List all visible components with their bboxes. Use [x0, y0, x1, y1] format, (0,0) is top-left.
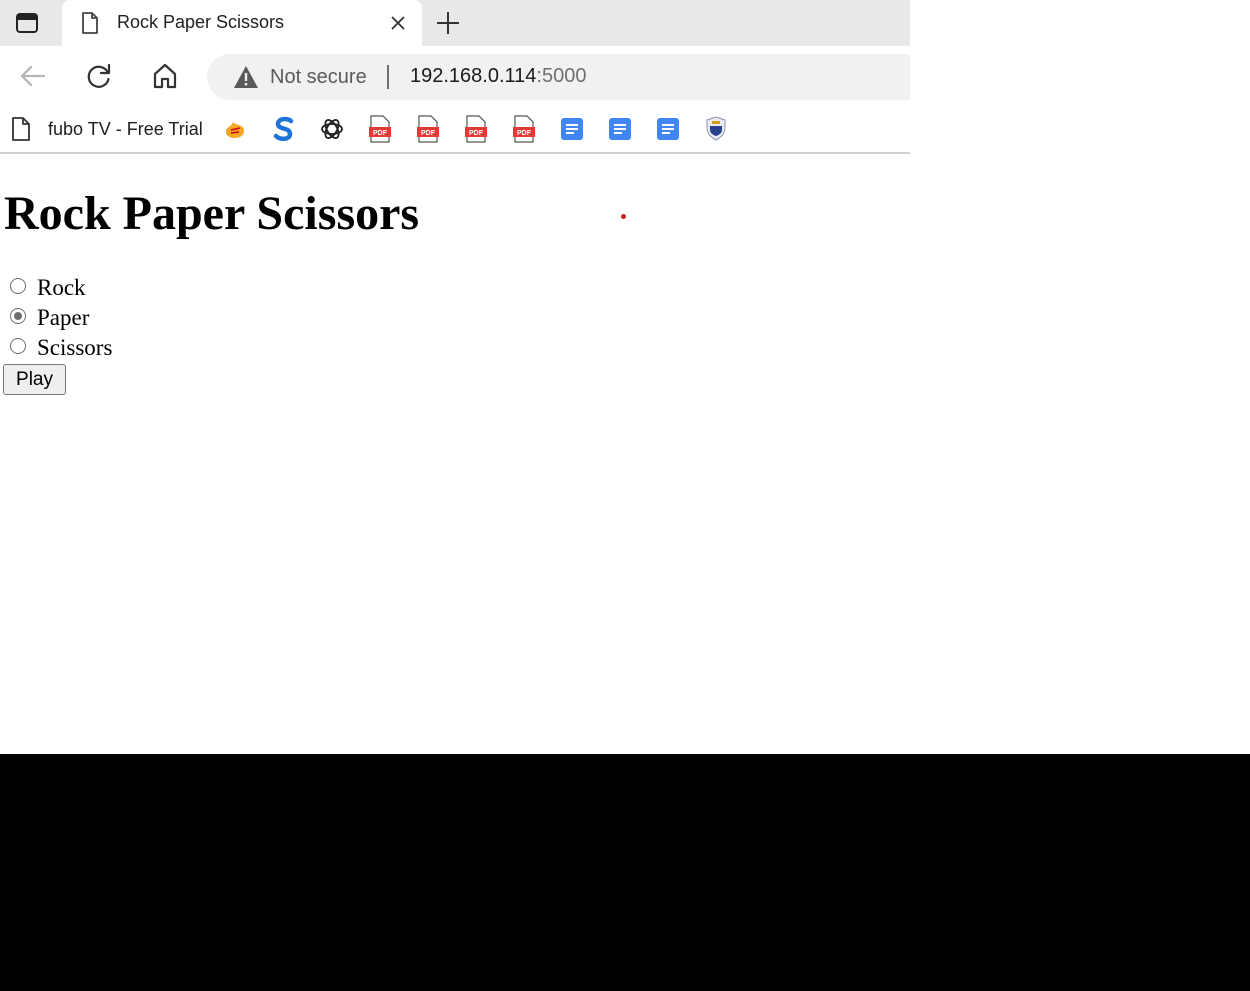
- tab-strip: Rock Paper Scissors: [0, 0, 910, 46]
- sidebar-icon: [16, 13, 38, 33]
- pdf-icon: PDF: [417, 115, 439, 143]
- page-title: Rock Paper Scissors: [4, 187, 420, 240]
- new-tab-icon[interactable]: [434, 9, 462, 37]
- security-status-label[interactable]: Not secure: [270, 66, 367, 89]
- pdf-icon: PDF: [369, 115, 391, 143]
- warning-icon[interactable]: [233, 65, 259, 89]
- option-paper[interactable]: Paper: [10, 304, 89, 332]
- document-icon: [12, 117, 30, 141]
- tab-active[interactable]: Rock Paper Scissors: [62, 0, 422, 46]
- reload-icon[interactable]: [84, 61, 114, 91]
- docs-icon: [657, 118, 679, 140]
- openai-icon: [321, 119, 343, 139]
- radio-rock[interactable]: [10, 278, 26, 294]
- address-separator: [387, 65, 389, 89]
- bookmark-label: fubo TV - Free Trial: [48, 118, 203, 139]
- option-rock[interactable]: Rock: [10, 274, 86, 302]
- bookmark-5[interactable]: PDF: [414, 114, 442, 144]
- s-logo-icon: [273, 116, 294, 141]
- bookmark-1[interactable]: [221, 114, 249, 144]
- fire-icon: [226, 122, 244, 138]
- svg-text:PDF: PDF: [421, 130, 436, 137]
- white-margin-area: [910, 0, 1250, 754]
- svg-text:PDF: PDF: [469, 130, 484, 137]
- option-label-paper: Paper: [37, 305, 90, 330]
- home-icon[interactable]: [150, 61, 180, 91]
- bookmark-7[interactable]: PDF: [510, 114, 538, 144]
- docs-icon: [561, 118, 583, 140]
- bookmark-3[interactable]: [318, 114, 346, 144]
- pdf-icon: PDF: [513, 115, 535, 143]
- url-host: 192.168.0.114: [410, 65, 537, 87]
- browser-window: Rock Paper Scissors Not secure 192.168.0…: [0, 0, 910, 754]
- bookmarks-bar: fubo TV - Free Trial PDF PDF PDF PDF: [0, 106, 910, 154]
- option-label-scissors: Scissors: [37, 335, 113, 360]
- close-icon[interactable]: [388, 13, 408, 33]
- bookmark-8[interactable]: [558, 114, 586, 144]
- svg-text:PDF: PDF: [373, 130, 388, 137]
- bookmark-4[interactable]: PDF: [366, 114, 394, 144]
- shield-crest-icon: [706, 116, 726, 141]
- bookmark-2[interactable]: [270, 114, 298, 144]
- url-port: :5000: [536, 65, 587, 87]
- svg-text:PDF: PDF: [517, 130, 532, 137]
- bookmark-9[interactable]: [606, 114, 634, 144]
- bookmark-fubo-tv[interactable]: fubo TV - Free Trial: [10, 112, 203, 146]
- radio-paper[interactable]: [10, 308, 26, 324]
- play-button[interactable]: Play: [3, 364, 66, 395]
- option-label-rock: Rock: [37, 275, 86, 300]
- tab-title: Rock Paper Scissors: [117, 12, 285, 32]
- browser-toolbar: Not secure 192.168.0.114:5000: [0, 46, 910, 106]
- page-content: Rock Paper Scissors Rock Paper Scissors …: [0, 154, 910, 754]
- sidebar-toggle-button[interactable]: [8, 6, 46, 40]
- url-text[interactable]: 192.168.0.114:5000: [410, 65, 586, 88]
- document-icon: [82, 12, 98, 34]
- docs-icon: [609, 118, 631, 140]
- back-arrow-icon[interactable]: [18, 61, 48, 91]
- pdf-icon: PDF: [465, 115, 487, 143]
- bookmark-11[interactable]: [702, 114, 730, 144]
- radio-scissors[interactable]: [10, 338, 26, 354]
- address-bar[interactable]: Not secure 192.168.0.114:5000: [207, 54, 910, 100]
- bookmark-6[interactable]: PDF: [462, 114, 490, 144]
- bookmark-10[interactable]: [654, 114, 682, 144]
- option-scissors[interactable]: Scissors: [10, 334, 112, 362]
- red-dot-marker: [621, 214, 626, 219]
